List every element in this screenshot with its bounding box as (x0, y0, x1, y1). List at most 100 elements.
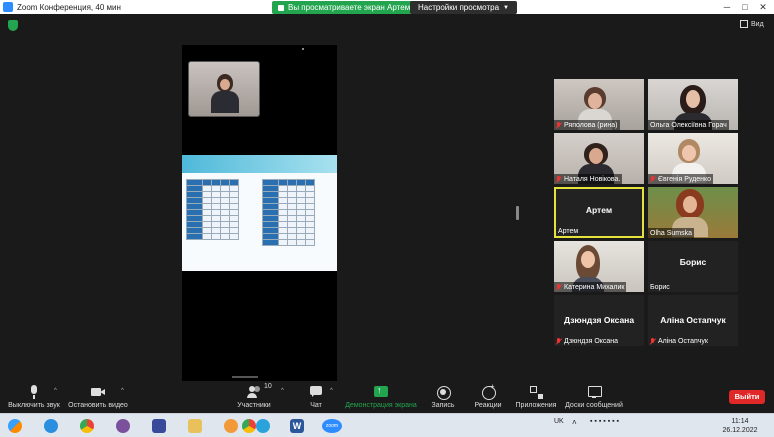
record-button[interactable]: Запись (428, 383, 458, 409)
camera-icon (91, 385, 105, 399)
participant-tile[interactable]: Борис Борис (648, 241, 738, 292)
reactions-button[interactable]: Реакции (473, 382, 503, 409)
taskbar-word[interactable]: W (286, 416, 308, 436)
participant-name: Olha Sumska (650, 229, 693, 237)
share-screen-icon (374, 385, 388, 399)
participant-tile[interactable]: Ольга Олексіївна Горач (648, 79, 738, 130)
video-options-caret-icon[interactable]: ^ (121, 388, 124, 394)
presenter-thumbnail (188, 61, 260, 117)
tray-icons[interactable]: ▪ ▪ ▪ ▪ ▪ ▪ ▪ (590, 418, 619, 425)
participant-name-large: Дзюндзя Оксана (563, 315, 635, 325)
taskbar-telegram[interactable] (252, 416, 274, 436)
mute-button[interactable]: Выключить звук (6, 383, 62, 409)
participant-name: Ряполова (рина) (564, 121, 618, 129)
security-shield-icon[interactable] (8, 20, 18, 31)
language-indicator[interactable]: UK (554, 418, 564, 425)
participant-tile[interactable]: Євгенія Руденко (648, 133, 738, 184)
chat-label: Чат (310, 402, 322, 409)
leave-button[interactable]: Выйти (729, 390, 765, 404)
muted-mic-icon (556, 175, 561, 183)
app-icon (224, 419, 238, 433)
presenter-body (211, 91, 239, 113)
window-controls: ─ □ ✕ (720, 1, 770, 13)
participant-tile[interactable]: Наталя Новікова. (554, 133, 644, 184)
record-icon (436, 385, 451, 400)
chat-options-caret-icon[interactable]: ^ (330, 388, 333, 394)
participant-tile[interactable]: Аліна Остапчук Аліна Остапчук (648, 295, 738, 346)
minimize-icon[interactable]: ─ (720, 1, 734, 13)
participants-count: 10 (264, 383, 272, 390)
view-button[interactable]: Вид (740, 20, 764, 28)
zoom-app-icon (3, 2, 13, 12)
clock-time: 11:14 (731, 418, 749, 425)
participant-name-bar: Дзюндзя Оксана (554, 336, 620, 346)
start-button[interactable] (4, 416, 26, 436)
close-icon[interactable]: ✕ (756, 1, 770, 13)
participant-name-bar: Артем (556, 226, 580, 236)
participant-name: Ольга Олексіївна Горач (650, 121, 727, 129)
clock-date: 26.12.2022 (722, 427, 758, 434)
screen-marker (302, 48, 304, 50)
maximize-icon[interactable]: □ (738, 1, 752, 13)
windows-taskbar: W zoom UK ˄ ▪ ▪ ▪ ▪ ▪ ▪ ▪ 11:14 26.12.20… (0, 413, 774, 437)
muted-mic-icon (556, 337, 561, 345)
reactions-icon (481, 382, 496, 400)
stop-video-button[interactable]: Остановить видео (68, 383, 128, 409)
chevron-down-icon: ▼ (503, 4, 509, 11)
participant-name-bar: Катерина Михалик (554, 282, 627, 292)
grid-icon (740, 20, 748, 28)
participants-button[interactable]: 10 Участники (236, 383, 272, 409)
taskbar-ie[interactable] (40, 416, 62, 436)
zoom-window: Zoom Конференция, 40 мин Вы просматривае… (0, 0, 774, 437)
taskbar-chrome[interactable] (76, 416, 98, 436)
view-options-button[interactable]: Настройки просмотра ▼ (410, 1, 517, 14)
participant-name: Дзюндзя Оксана (564, 337, 619, 345)
record-label: Запись (431, 402, 455, 409)
participant-tile[interactable]: Катерина Михалик (554, 241, 644, 292)
participant-name-bar: Євгенія Руденко (648, 174, 714, 184)
participant-name: Євгенія Руденко (658, 175, 712, 183)
stop-video-label: Остановить видео (68, 402, 128, 409)
shared-screen (182, 45, 337, 381)
participant-name: Борис (650, 283, 670, 291)
share-screen-button[interactable]: Демонстрация экрана (345, 383, 417, 409)
taskbar-clock[interactable]: 11:14 26.12.2022 (722, 417, 758, 435)
chat-button[interactable]: Чат (304, 383, 328, 409)
meeting-toolbar: Выключить звук ^ Остановить видео ^ 10 У… (0, 382, 774, 413)
participant-name-bar: Olha Sumska (648, 228, 695, 238)
participant-tile-active-speaker[interactable]: Артем Артем (554, 187, 644, 238)
participant-tile[interactable]: Ряполова (рина) (554, 79, 644, 130)
tray-chevron-icon[interactable]: ˄ (572, 418, 577, 427)
taskbar-zoom[interactable]: zoom (320, 416, 344, 436)
participant-name-bar: Ряполова (рина) (554, 120, 620, 130)
participants-icon (247, 385, 261, 399)
taskbar-explorer[interactable] (184, 416, 206, 436)
share-screen-label: Демонстрация экрана (345, 402, 417, 409)
participant-name: Артем (558, 227, 579, 235)
mute-label: Выключить звук (8, 402, 60, 409)
muted-mic-icon (650, 337, 655, 345)
whiteboard-icon (587, 385, 602, 399)
participants-options-caret-icon[interactable]: ^ (281, 388, 284, 394)
participant-name-bar: Наталя Новікова. (554, 174, 623, 184)
participant-name-large: Артем (585, 205, 613, 215)
whiteboards-button[interactable]: Доски сообщений (563, 383, 625, 409)
taskbar-viber[interactable] (112, 416, 134, 436)
participant-name-bar: Борис (648, 282, 672, 292)
share-icon (278, 4, 284, 11)
microphone-icon (27, 385, 41, 399)
window-title: Zoom Конференция, 40 мин (17, 2, 121, 12)
apps-icon (529, 385, 543, 399)
slide-header-band (182, 155, 337, 173)
audio-options-caret-icon[interactable]: ^ (54, 388, 57, 394)
apps-label: Приложения (515, 402, 557, 409)
apps-button[interactable]: Приложения (514, 383, 558, 409)
internet-explorer-icon (44, 419, 58, 433)
participant-name: Катерина Михалик (564, 283, 625, 291)
participant-tile[interactable]: Olha Sumska (648, 187, 738, 238)
splitter-handle[interactable] (516, 206, 519, 220)
muted-mic-icon (556, 283, 561, 291)
taskbar-save[interactable] (148, 416, 170, 436)
participant-tile[interactable]: Дзюндзя Оксана Дзюндзя Оксана (554, 295, 644, 346)
muted-mic-icon (556, 121, 561, 129)
